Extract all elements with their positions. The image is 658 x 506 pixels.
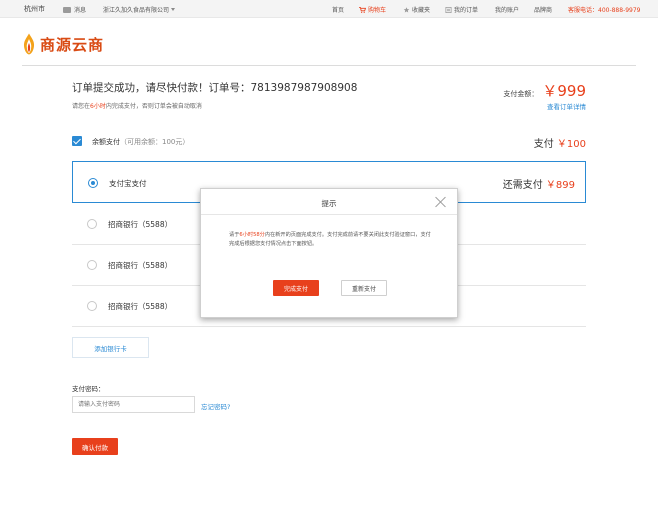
radio-button[interactable]	[88, 178, 98, 188]
dialog-message: 请于6小时58分内在新开的页面完成支付。支付完成前请不要关闭此支付验证窗口，支付…	[229, 231, 435, 249]
payment-prompt-dialog: 提示 请于6小时58分内在新开的页面完成支付。支付完成前请不要关闭此支付验证窗口…	[200, 188, 458, 318]
balance-payment-row: 余额支付（可用余额：100元） 支付 ￥100	[72, 135, 586, 150]
service-phone: 客服电话：400-888-9979	[568, 7, 641, 14]
logo-text: 商源云商	[40, 35, 105, 54]
nav-cart[interactable]: 购物车	[359, 5, 386, 14]
order-notice-time: 6小时	[90, 103, 106, 110]
flame-logo-icon	[23, 33, 35, 55]
remaining-pay-label: 还需支付	[502, 180, 543, 191]
balance-checkbox[interactable]	[72, 136, 82, 146]
payment-option-name: 招商银行（5588）	[108, 220, 173, 229]
payment-done-button[interactable]: 完成支付	[273, 280, 319, 296]
chevron-down-icon	[171, 8, 176, 11]
radio-button[interactable]	[87, 260, 97, 270]
nav-cart-label: 购物车	[368, 7, 387, 14]
remaining-pay-value: ￥899	[545, 180, 575, 191]
order-notice-suffix: 内完成支付，否则订单会被自动取消	[105, 103, 202, 110]
top-bar: 杭州市 消息 浙江久加久食品有限公司 首页 购物车 收藏夹 我的订单 我的账户 …	[0, 0, 658, 18]
messages-label: 消息	[74, 7, 87, 14]
cart-icon	[359, 6, 366, 13]
balance-pay-label: 支付	[533, 139, 554, 150]
dialog-message-time: 6小时58分	[239, 232, 265, 238]
radio-button[interactable]	[87, 219, 97, 229]
password-input[interactable]	[72, 396, 195, 413]
messages-link[interactable]: 消息	[63, 5, 86, 14]
dialog-header: 提示	[201, 189, 457, 215]
forgot-password-link[interactable]: 忘记密码?	[201, 401, 230, 411]
nav-my-account[interactable]: 我的账户	[495, 5, 519, 14]
nav-favorites[interactable]: 收藏夹	[403, 5, 430, 14]
order-success-title: 订单提交成功，请尽快付款！订单号：7813987987908908	[72, 82, 358, 94]
close-icon[interactable]	[435, 196, 447, 208]
message-icon	[63, 6, 71, 13]
balance-available: （可用余额：100元）	[120, 138, 190, 146]
nav-my-orders[interactable]: 我的订单	[445, 5, 478, 14]
nav-favorites-label: 收藏夹	[412, 7, 431, 14]
order-list-icon	[445, 6, 452, 13]
nav-home[interactable]: 首页	[332, 5, 344, 14]
confirm-pay-button[interactable]: 确认付款	[72, 438, 118, 455]
repay-button[interactable]: 重新支付	[341, 280, 387, 296]
city-selector[interactable]: 杭州市	[24, 4, 45, 14]
dialog-title: 提示	[321, 199, 337, 208]
balance-pay-amount: 支付 ￥100	[534, 135, 586, 150]
add-bank-card-button[interactable]: 添加银行卡	[72, 337, 149, 358]
nav-brands[interactable]: 品牌商	[534, 5, 552, 14]
company-selector[interactable]: 浙江久加久食品有限公司	[103, 5, 176, 14]
star-icon	[403, 6, 410, 12]
payment-option-name: 招商银行（5588）	[108, 261, 173, 270]
header-divider	[22, 65, 636, 66]
remaining-pay: 还需支付 ￥899	[503, 176, 575, 191]
company-name: 浙江久加久食品有限公司	[103, 7, 170, 14]
balance-label: 余额支付（可用余额：100元）	[92, 137, 189, 147]
balance-label-text: 余额支付	[92, 138, 120, 146]
payment-option-name: 招商银行（5588）	[108, 302, 173, 311]
radio-button[interactable]	[87, 301, 97, 311]
pay-amount: 支付金额： ￥999	[503, 80, 586, 101]
order-notice-prefix: 请您在	[72, 103, 91, 110]
site-logo[interactable]: 商源云商	[23, 33, 104, 55]
dialog-message-prefix: 请于	[229, 232, 240, 238]
order-notice: 请您在6小时内完成支付，否则订单会被自动取消	[72, 101, 202, 110]
password-label: 支付密码：	[72, 385, 105, 393]
balance-pay-value: ￥100	[556, 139, 586, 150]
pay-amount-label: 支付金额：	[503, 90, 539, 98]
nav-my-orders-label: 我的订单	[454, 7, 479, 14]
order-detail-link[interactable]: 查看订单详情	[547, 101, 586, 111]
pay-amount-value: ￥999	[542, 82, 586, 100]
payment-option-name: 支付宝支付	[109, 179, 147, 188]
